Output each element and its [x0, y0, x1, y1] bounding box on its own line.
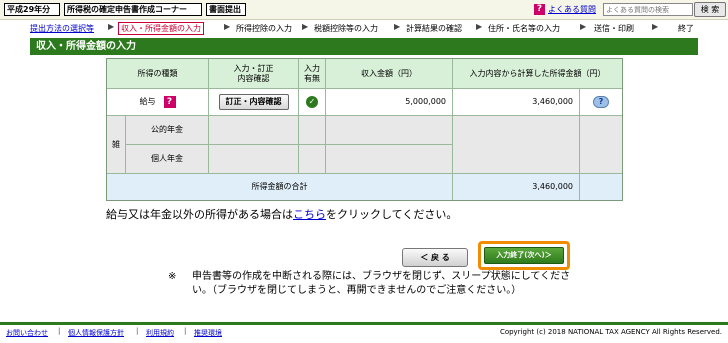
header-entered: 入力 有無 [299, 59, 326, 89]
pension-income-cell [326, 116, 453, 145]
header-entry-confirm: 入力・訂正 内容確認 [209, 59, 299, 89]
income-table: 所得の種類 入力・訂正 内容確認 入力 有無 収入金額（円） 入力内容から計算し… [106, 58, 623, 201]
pension-label: 公的年金 [126, 116, 209, 145]
notice-mark: ※ [168, 271, 177, 282]
step-tax-credit-input: 税額控除等の入力 [314, 24, 378, 33]
step-send-print: 送信・印刷 [594, 24, 634, 33]
salary-calc-help-cell: ? [580, 89, 622, 116]
corner-title: 所得税の確定申告書作成コーナー [64, 3, 202, 16]
footer: お問い合わせ | 個人情報保護方針 | 利用規約 | 推奨環境 Copyrigh… [0, 322, 728, 343]
step-separator-icon: ▶ [580, 22, 587, 31]
back-button[interactable]: ＜ 戻 る [402, 248, 468, 267]
footer-link-terms[interactable]: 利用規約 [146, 328, 174, 338]
check-circle-icon: ✓ [306, 96, 318, 108]
faq-search-input[interactable] [603, 3, 693, 16]
year-label: 平成29年分 [4, 3, 60, 16]
step-navigation: 提出方法の選択等 ▶ 収入・所得金額の入力 ▶ 所得控除の入力 ▶ 税額控除等の… [0, 20, 728, 36]
pension-entered-cell [299, 116, 326, 145]
search-button[interactable]: 検 索 [694, 2, 726, 17]
step-separator-icon: ▶ [652, 22, 659, 31]
finish-input-next-button[interactable]: 入力終了(次へ)＞ [484, 247, 564, 264]
private-pension-label: 個人年金 [126, 145, 209, 174]
step-deduction-input: 所得控除の入力 [236, 24, 292, 33]
copyright: Copyright (c) 2018 NATIONAL TAX AGENCY A… [499, 328, 722, 336]
private-pension-income-cell [326, 145, 453, 174]
print-submit-label: 書面提出 [206, 3, 246, 16]
top-bar: 平成29年分 所得税の確定申告書作成コーナー 書面提出 ?よくある質問 検 索 [0, 0, 728, 20]
footer-link-environment[interactable]: 推奨環境 [194, 328, 222, 338]
header-income-amount: 収入金額（円） [326, 59, 453, 89]
help-bubble-icon[interactable]: ? [593, 96, 609, 108]
step-separator-icon: ▶ [476, 22, 483, 31]
salary-entered-cell: ✓ [299, 89, 326, 116]
step-separator-icon: ▶ [224, 22, 231, 31]
footer-separator: | [184, 327, 187, 335]
misc-help-cell [580, 116, 622, 174]
step-separator-icon: ▶ [108, 22, 115, 31]
other-income-link[interactable]: こちら [293, 208, 326, 221]
private-pension-confirm-cell [209, 145, 299, 174]
total-label: 所得金額の合計 [107, 174, 453, 200]
step-end: 終了 [678, 24, 694, 33]
next-button-highlight: 入力終了(次へ)＞ [478, 241, 570, 270]
header-calculated-income: 入力内容から計算した所得金額（円） [453, 59, 622, 89]
other-income-text-before: 給与又は年金以外の所得がある場合は [106, 208, 293, 221]
total-blank-cell [580, 174, 622, 200]
total-value: 3,460,000 [453, 174, 580, 200]
misc-calculated-cell [453, 116, 580, 174]
step-income-input: 収入・所得金額の入力 [118, 22, 204, 35]
salary-confirm-button[interactable]: 訂正・内容確認 [218, 94, 289, 110]
salary-row-label: 給与 ? [107, 89, 209, 116]
other-income-instruction: 給与又は年金以外の所得がある場合はこちらをクリックしてください。 [106, 206, 457, 222]
misc-group-label: 雑 [107, 116, 126, 174]
section-title: 収入・所得金額の入力 [30, 38, 698, 55]
header-income-type: 所得の種類 [107, 59, 209, 89]
footer-separator: | [136, 327, 139, 335]
question-icon: ? [534, 4, 545, 15]
other-income-text-after: をクリックしてください。 [326, 208, 458, 221]
footer-separator: | [58, 327, 61, 335]
footer-link-contact[interactable]: お問い合わせ [6, 328, 48, 338]
step-submission-method[interactable]: 提出方法の選択等 [30, 23, 94, 35]
notice-text: 申告書等の作成を中断される際には、ブラウザを閉じず、スリープ状態にしてください。… [192, 271, 571, 296]
salary-label: 給与 [139, 97, 156, 106]
faq-link[interactable]: ? よくある質問 [534, 3, 596, 16]
salary-confirm-cell: 訂正・内容確認 [209, 89, 299, 116]
step-result-check: 計算結果の確認 [406, 24, 462, 33]
faq-label: よくある質問 [548, 5, 596, 14]
private-pension-entered-cell [299, 145, 326, 174]
salary-calculated-income: 3,460,000 [453, 89, 580, 116]
salary-income-amount: 5,000,000 [326, 89, 453, 116]
step-separator-icon: ▶ [302, 22, 309, 31]
question-icon[interactable]: ? [163, 96, 176, 108]
pension-confirm-cell [209, 116, 299, 145]
step-separator-icon: ▶ [394, 22, 401, 31]
step-address-input: 住所・氏名等の入力 [488, 24, 560, 33]
footer-link-privacy[interactable]: 個人情報保護方針 [68, 328, 124, 338]
